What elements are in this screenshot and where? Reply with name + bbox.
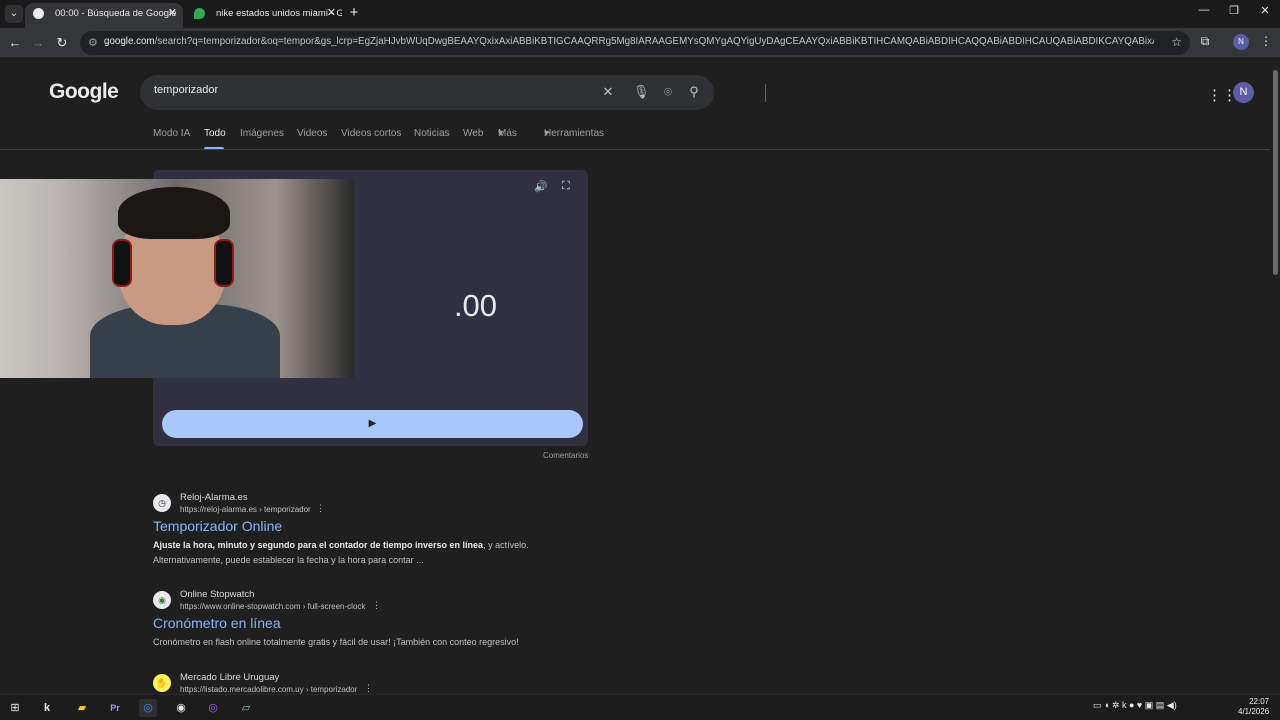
account-avatar[interactable]: N [1233, 82, 1254, 103]
tab-todo[interactable]: Todo [204, 128, 226, 139]
close-tab-icon[interactable]: ✕ [327, 3, 336, 24]
lens-camera-icon[interactable]: ⌾ [660, 84, 676, 100]
clear-search-icon[interactable]: ✕ [600, 84, 616, 100]
stopwatch-favicon-icon: ◉ [153, 591, 171, 609]
search-icon[interactable]: ⚲ [686, 84, 702, 100]
tab-title: nike estados unidos miami - Go [216, 8, 342, 19]
feedback-link[interactable]: Comentarios [543, 451, 588, 460]
tab-mas[interactable]: Más ▾ [498, 128, 517, 139]
system-clock[interactable]: 22:07 4/1/2026 [1238, 697, 1269, 717]
headset-icon [214, 239, 234, 287]
google-logo[interactable]: Google [49, 80, 119, 104]
more-options-icon[interactable]: ⋮ [316, 503, 325, 514]
tab-maps[interactable]: nike estados unidos miami - Go ✕ [186, 3, 342, 28]
back-arrow-icon[interactable]: ← [6, 34, 24, 52]
site-info-icon[interactable]: ⚙ [88, 36, 98, 49]
webcam-hair [118, 187, 230, 239]
clock-time: 22:07 [1249, 697, 1270, 706]
restore-icon[interactable]: ❐ [1219, 4, 1249, 17]
result-snippet: Ajuste la hora, minuto y segundo para el… [153, 540, 529, 565]
address-bar[interactable]: ⚙ google.com/search?q=temporizador&oq=te… [80, 31, 1190, 55]
tab-google-search[interactable]: 00:00 - Búsqueda de Google ✕ [25, 3, 183, 28]
result-snippet: Cronómetro en flash online totalmente gr… [153, 637, 519, 647]
more-options-icon[interactable]: ⋮ [364, 683, 373, 694]
chrome-icon[interactable]: ◎ [139, 699, 157, 717]
tray-icons[interactable]: ▭ ◖ ✲ k ● ♥ ▣ ▤ ◀) [1093, 700, 1177, 711]
browser-toolbar: ← → ↻ ⚙ google.com/search?q=temporizador… [0, 28, 1280, 57]
result-url[interactable]: https://reloj-alarma.es › temporizador [180, 505, 311, 514]
bookmark-star-icon[interactable]: ☆ [1171, 35, 1182, 49]
tab-videos[interactable]: Videos [297, 128, 327, 139]
tab-noticias[interactable]: Noticias [414, 128, 450, 139]
clock-date: 4/1/2026 [1238, 707, 1270, 716]
result-site-name[interactable]: Reloj-Alarma.es [180, 492, 248, 503]
url-text[interactable]: google.com/search?q=temporizador&oq=temp… [104, 36, 1154, 47]
search-divider [765, 84, 766, 102]
close-tab-icon[interactable]: ✕ [168, 3, 177, 24]
extensions-icon[interactable]: ⧉ [1196, 34, 1214, 49]
scroll-thumb[interactable] [1273, 70, 1278, 275]
close-window-icon[interactable]: ✕ [1250, 4, 1280, 17]
mercadolibre-favicon-icon: ✋ [153, 674, 171, 692]
notes-app-icon[interactable]: ▱ [237, 699, 255, 717]
start-timer-button[interactable]: ▶ [162, 410, 583, 438]
headset-icon [112, 239, 132, 287]
tab-herramientas[interactable]: Herramientas ▾ [544, 128, 604, 139]
result-site-name[interactable]: Mercado Libre Uruguay [180, 672, 279, 683]
clock-favicon-icon: ◷ [153, 494, 171, 512]
tab-search-icon[interactable]: ⌄ [5, 5, 23, 23]
windows-start-icon[interactable]: ⊞ [6, 699, 24, 717]
file-explorer-icon[interactable]: ▰ [73, 699, 91, 717]
page-scrollbar[interactable] [1270, 58, 1280, 694]
fullscreen-icon[interactable]: ⛶ [562, 180, 570, 193]
forward-arrow-icon[interactable]: → [29, 34, 47, 52]
microphone-icon[interactable]: 🎙 [633, 84, 650, 100]
tab-strip: ⌄ 00:00 - Búsqueda de Google ✕ nike esta… [0, 0, 1280, 28]
tab-modo-ia[interactable]: Modo IA [153, 128, 190, 139]
google-favicon-icon [33, 8, 44, 19]
result-title[interactable]: Cronómetro en línea [153, 615, 281, 631]
result-url[interactable]: https://www.online-stopwatch.com › full-… [180, 602, 365, 611]
browser-menu-icon[interactable]: ⋮ [1257, 34, 1275, 48]
reload-icon[interactable]: ↻ [53, 34, 71, 52]
tab-videos-cortos[interactable]: Videos cortos [341, 128, 401, 139]
maps-pin-icon [194, 8, 205, 19]
nav-divider [0, 149, 1270, 150]
result-url[interactable]: https://listado.mercadolibre.com.uy › te… [180, 685, 357, 694]
result-site-name[interactable]: Online Stopwatch [180, 589, 254, 600]
tab-web[interactable]: Web [463, 128, 483, 139]
result-title[interactable]: Temporizador Online [153, 518, 282, 534]
tab-imagenes[interactable]: Imágenes [240, 128, 284, 139]
webcam-overlay [0, 179, 354, 378]
sound-icon[interactable]: 🔊 [534, 180, 548, 193]
obs-icon[interactable]: ◉ [172, 699, 190, 717]
kick-app-icon[interactable]: k [38, 699, 56, 717]
search-box[interactable]: ✕ 🎙 ⌾ ⚲ [140, 75, 766, 110]
profile-avatar[interactable]: N [1233, 34, 1249, 50]
chrome-profile-icon[interactable]: ◎ [204, 699, 222, 717]
tab-title: 00:00 - Búsqueda de Google [55, 8, 177, 19]
windows-taskbar: ⊞ k ▰ Pr ◎ ◉ ◎ ▱ ▭ ◖ ✲ k ● ♥ ▣ ▤ ◀) 22:0… [0, 694, 1280, 720]
premiere-pro-icon[interactable]: Pr [106, 699, 124, 717]
minimize-icon[interactable]: — [1189, 4, 1219, 16]
new-tab-button[interactable]: + [346, 4, 362, 22]
search-input[interactable] [154, 84, 584, 96]
more-options-icon[interactable]: ⋮ [372, 600, 381, 611]
